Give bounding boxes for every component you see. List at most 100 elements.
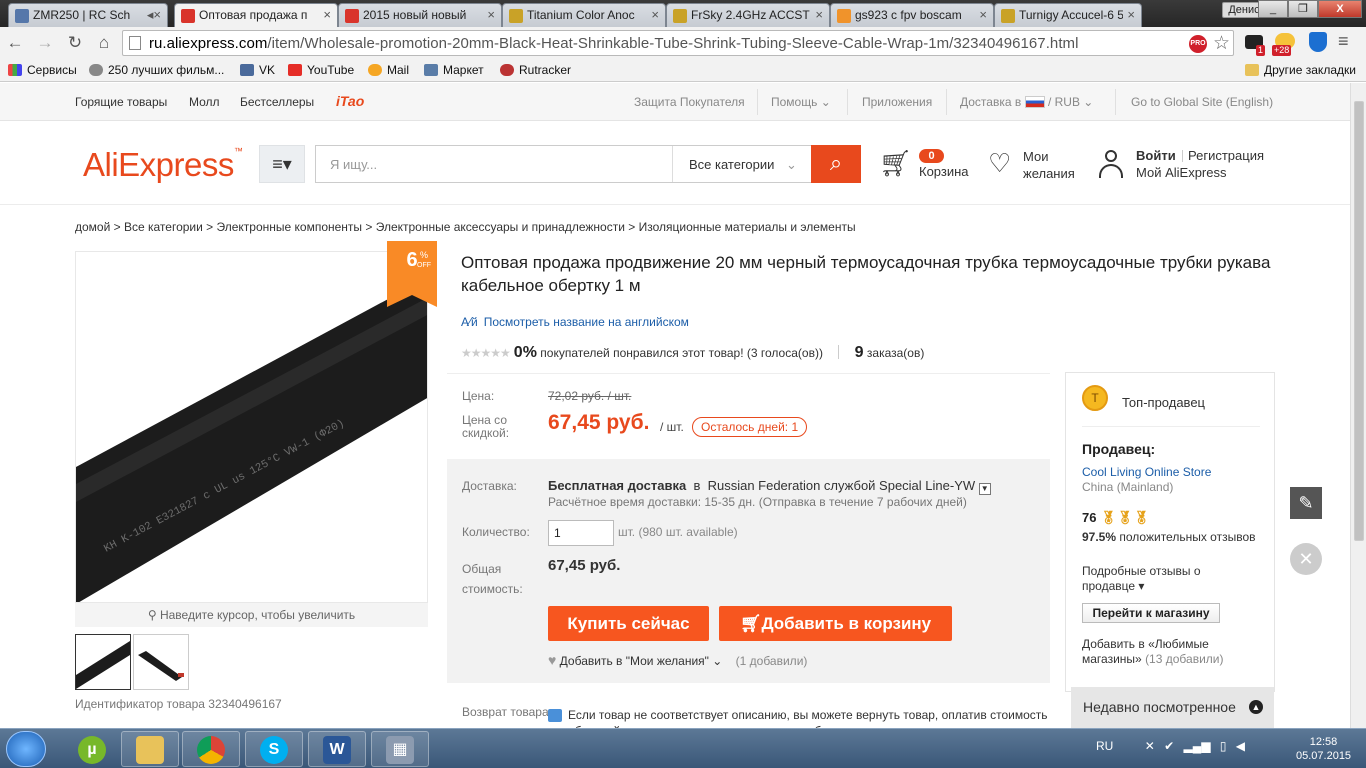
bookmark-item[interactable]: Rutracker [500,63,571,77]
cart-icon: 🛒︎ [739,614,762,633]
apps-link[interactable]: Приложения [862,95,932,109]
page-scrollbar[interactable] [1350,83,1366,728]
browser-tab[interactable]: Titanium Color Anoc × [502,3,666,27]
browser-tab-active[interactable]: Оптовая продажа п × [174,3,338,27]
search-input[interactable]: Я ищу... Все категории ⌄ [315,145,812,183]
search-category-select[interactable]: Все категории ⌄ [672,146,812,182]
quantity-input[interactable]: 1 [548,520,614,546]
buyer-protection-link[interactable]: Защита Покупателя [634,95,745,109]
folder-icon [136,736,164,764]
address-bar[interactable]: ru.aliexpress.com/item/Wholesale-promoti… [122,30,1234,56]
security-icon[interactable]: ✔ [1164,739,1174,753]
clock[interactable]: 12:58 05.07.2015 [1296,735,1351,763]
breadcrumb[interactable]: домой > Все категории > Электронные комп… [75,220,856,234]
cart-icon[interactable]: 🛒︎ [879,148,912,179]
user-icon[interactable] [1098,150,1124,180]
chevron-down-icon: ⌄ [1083,95,1094,109]
speaker-icon[interactable]: ◀ [1236,739,1245,753]
tab-label: ZMR250 | RC Sch [33,8,131,22]
add-to-cart-button[interactable]: 🛒︎Добавить в корзину [719,606,952,641]
word-taskbar-button[interactable]: W [308,731,366,767]
rating-stars[interactable]: ★★★★★ [461,346,511,360]
add-favorite-store[interactable]: Добавить в «Любимые магазины» (13 добави… [1082,637,1262,667]
reload-icon[interactable]: ↻ [64,32,86,54]
browser-tab[interactable]: Turnigy Accucel-6 50 × [994,3,1142,27]
utorrent-taskbar-button[interactable]: µ [63,731,121,767]
global-site-link[interactable]: Go to Global Site (English) [1131,95,1273,109]
forward-arrow-icon[interactable]: → [34,32,56,54]
language-indicator[interactable]: RU [1096,739,1113,753]
home-icon[interactable]: ⌂ [93,32,115,54]
tab-close-icon[interactable]: × [487,7,495,22]
product-main-image[interactable]: KH K-102 E321827 c UL us 125°C VW-1 (Φ20… [75,251,428,603]
aliexpress-logo[interactable]: AliExpress™ [83,146,243,184]
skype-taskbar-button[interactable]: S [245,731,303,767]
wishlist-link[interactable]: Мои [1023,149,1048,164]
explorer-taskbar-button[interactable] [121,731,179,767]
bestsellers-link[interactable]: Бестселлеры [240,95,314,109]
bookmark-item[interactable]: Mail [368,63,409,77]
categories-menu-button[interactable]: ≡▾ [259,145,305,183]
translate-title-link[interactable]: A⁄й Посмотреть название на английском [461,315,689,329]
buy-now-button[interactable]: Купить сейчас [548,606,709,641]
heart-icon[interactable]: ♡ [988,148,1011,179]
minimize-button[interactable]: _ [1258,0,1288,18]
bookmark-item[interactable]: 250 лучших фильм... [89,63,224,77]
tab-close-icon[interactable]: × [815,7,823,22]
device-icon[interactable]: ▯ [1220,739,1227,753]
image-thumbnail[interactable] [133,634,189,690]
browser-tab[interactable]: 2015 новый новый × [338,3,502,27]
scrollbar-thumb[interactable] [1354,101,1364,541]
bookmark-item[interactable]: VK [240,63,275,77]
detailed-feedback-link[interactable]: Подробные отзывы о продавце ▾ [1082,564,1232,594]
windows-start-button[interactable] [6,731,46,767]
chrome-taskbar-button[interactable] [182,731,240,767]
go-to-store-button[interactable]: Перейти к магазину [1082,603,1220,623]
shipping-dropdown-icon[interactable]: ▼ [978,483,991,495]
menu-icon[interactable]: ≡ [1338,31,1349,52]
bookmark-star-icon[interactable]: ☆ [1213,32,1230,55]
bookmark-item[interactable]: YouTube [288,63,354,77]
browser-tab[interactable]: FrSky 2.4GHz ACCST × [666,3,830,27]
tab-close-icon[interactable]: ◂× [147,7,161,23]
register-link[interactable]: Регистрация [1188,148,1264,163]
close-window-button[interactable]: X [1318,0,1362,18]
wishlist-link[interactable]: желания [1023,166,1075,181]
calculator-taskbar-button[interactable]: ▦ [371,731,429,767]
cart-link[interactable]: Корзина [919,164,969,179]
tab-close-icon[interactable]: × [979,7,987,22]
browser-tab[interactable]: ZMR250 | RC Sch ◂× [8,3,168,27]
tab-close-icon[interactable]: × [651,7,659,22]
help-menu[interactable]: Помощь ⌄ [771,95,831,109]
bookmark-item[interactable]: Сервисы [8,63,77,77]
pro-extension-icon[interactable]: PRO [1189,35,1207,53]
recently-viewed-bar[interactable]: Недавно посмотренное ▲ [1071,687,1274,728]
tab-label: FrSky 2.4GHz ACCST [691,8,810,22]
login-link[interactable]: Войти [1136,148,1176,163]
image-thumbnail[interactable] [75,634,131,690]
total-label: Общая стоимость: [462,562,523,596]
maximize-button[interactable]: ❐ [1288,0,1318,18]
tab-close-icon[interactable]: × [1127,7,1135,22]
my-aliexpress-link[interactable]: Мой AliExpress [1136,165,1227,180]
tab-close-icon[interactable]: × [323,7,331,22]
browser-tab[interactable]: gs923 с fpv boscam × [830,3,994,27]
delivery-menu[interactable]: Доставка в / RUB ⌄ [960,95,1093,109]
seller-name-link[interactable]: Cool Living Online Store [1082,465,1211,479]
network-off-icon[interactable]: ✕ [1145,739,1155,753]
search-button[interactable]: ⌕ [811,145,861,183]
hot-deals-link[interactable]: Горящие товары [75,95,167,109]
back-arrow-icon[interactable]: ← [4,32,26,54]
close-circle-icon[interactable]: ✕ [1290,543,1322,575]
shield-extension-icon[interactable] [1309,32,1327,52]
bookmark-item[interactable]: Маркет [424,63,484,77]
edit-pencil-icon[interactable]: ✎ [1290,487,1322,519]
other-bookmarks[interactable]: Другие закладки [1245,63,1356,77]
add-to-wishlist[interactable]: ♥ Добавить в "Мои желания" ⌄ (1 добавили… [548,652,807,668]
search-icon: ⌕ [829,150,843,175]
url-text[interactable]: ru.aliexpress.com/item/Wholesale-promoti… [149,35,1078,52]
itao-logo[interactable]: iTao [336,93,364,109]
tab-favicon-icon [345,9,359,23]
signal-icon[interactable]: ▂▄▆ [1184,739,1211,753]
mall-link[interactable]: Молл [189,95,220,109]
